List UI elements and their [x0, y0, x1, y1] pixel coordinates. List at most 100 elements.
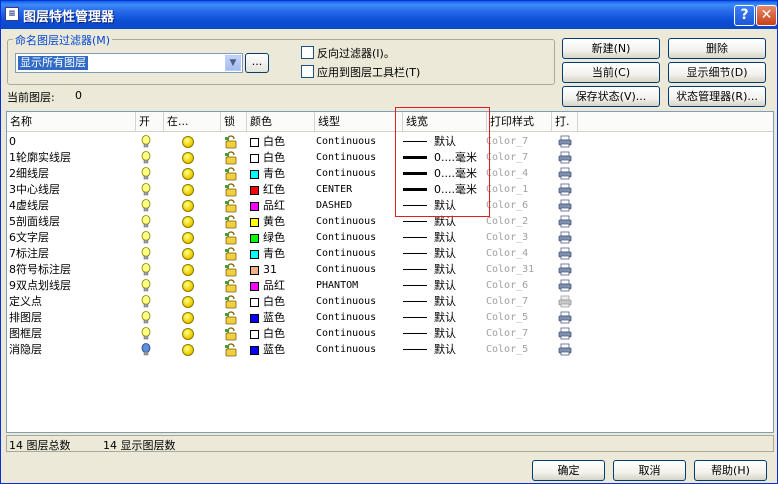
layer-name[interactable]: 消隐层 [9, 342, 42, 358]
col-plotstyle[interactable]: 打印样式 [487, 112, 552, 132]
linetype[interactable]: CENTER [316, 182, 352, 198]
sun-icon[interactable] [182, 296, 194, 308]
layer-name[interactable]: 排图层 [9, 310, 42, 326]
linetype[interactable]: Continuous [316, 262, 376, 278]
chevron-down-icon[interactable]: ▼ [225, 55, 241, 71]
unlock-icon[interactable] [224, 279, 238, 293]
color-swatch[interactable] [250, 186, 259, 195]
linetype[interactable]: Continuous [316, 166, 376, 182]
bulb-off-icon[interactable] [141, 343, 151, 356]
color-swatch[interactable] [250, 138, 259, 147]
sun-icon[interactable] [182, 152, 194, 164]
bulb-on-icon[interactable] [141, 183, 151, 196]
color-name[interactable]: 白色 [263, 150, 285, 166]
unlock-icon[interactable] [224, 183, 238, 197]
table-row[interactable]: 1轮廓实线层 白色 Continuous 0....毫米 Color_7 [7, 150, 773, 166]
unlock-icon[interactable] [224, 135, 238, 149]
printer-disabled-icon[interactable] [558, 295, 572, 308]
color-name[interactable]: 白色 [263, 294, 285, 310]
table-row[interactable]: 排图层 蓝色 Continuous 默认 Color_5 [7, 310, 773, 326]
lineweight[interactable]: 默认 [434, 342, 456, 358]
printer-icon[interactable] [558, 311, 572, 324]
color-name[interactable]: 31 [263, 262, 277, 278]
printer-icon[interactable] [558, 151, 572, 164]
help-icon[interactable]: ? [734, 5, 755, 26]
table-row[interactable]: 2细线层 青色 Continuous 0....毫米 Color_4 [7, 166, 773, 182]
color-name[interactable]: 黄色 [263, 214, 285, 230]
unlock-icon[interactable] [224, 247, 238, 261]
layer-name[interactable]: 7标注层 [9, 246, 49, 262]
layer-name[interactable]: 2细线层 [9, 166, 49, 182]
table-row[interactable]: 9双点划线层 品红 PHANTOM 默认 Color_6 [7, 278, 773, 294]
linetype[interactable]: Continuous [316, 246, 376, 262]
lineweight[interactable]: 默认 [434, 230, 456, 246]
bulb-on-icon[interactable] [141, 135, 151, 148]
color-swatch[interactable] [250, 282, 259, 291]
color-swatch[interactable] [250, 250, 259, 259]
unlock-icon[interactable] [224, 167, 238, 181]
printer-icon[interactable] [558, 135, 572, 148]
bulb-on-icon[interactable] [141, 199, 151, 212]
close-icon[interactable]: ✕ [756, 5, 777, 26]
table-row[interactable]: 4虚线层 品红 DASHED 默认 Color_6 [7, 198, 773, 214]
bulb-on-icon[interactable] [141, 247, 151, 260]
printer-icon[interactable] [558, 167, 572, 180]
ok-button[interactable]: 确定 [532, 460, 605, 481]
table-row[interactable]: 消隐层 蓝色 Continuous 默认 Color_5 [7, 342, 773, 358]
lineweight[interactable]: 默认 [434, 310, 456, 326]
color-name[interactable]: 蓝色 [263, 310, 285, 326]
color-name[interactable]: 品红 [263, 278, 285, 294]
apply-toolbar-checkbox[interactable] [301, 65, 314, 78]
lineweight[interactable]: 默认 [434, 262, 456, 278]
linetype[interactable]: Continuous [316, 214, 376, 230]
color-swatch[interactable] [250, 346, 259, 355]
sun-icon[interactable] [182, 184, 194, 196]
color-swatch[interactable] [250, 298, 259, 307]
printer-icon[interactable] [558, 215, 572, 228]
color-swatch[interactable] [250, 314, 259, 323]
color-swatch[interactable] [250, 154, 259, 163]
table-row[interactable]: 图框层 白色 Continuous 默认 Color_7 [7, 326, 773, 342]
bulb-on-icon[interactable] [141, 263, 151, 276]
linetype[interactable]: Continuous [316, 294, 376, 310]
layer-name[interactable]: 1轮廓实线层 [9, 150, 71, 166]
sun-icon[interactable] [182, 232, 194, 244]
linetype[interactable]: DASHED [316, 198, 352, 214]
printer-icon[interactable] [558, 199, 572, 212]
lineweight[interactable]: 默认 [434, 246, 456, 262]
layer-name[interactable]: 图框层 [9, 326, 42, 342]
bulb-on-icon[interactable] [141, 231, 151, 244]
bulb-on-icon[interactable] [141, 295, 151, 308]
printer-icon[interactable] [558, 183, 572, 196]
layer-name[interactable]: 5剖面线层 [9, 214, 60, 230]
unlock-icon[interactable] [224, 295, 238, 309]
unlock-icon[interactable] [224, 263, 238, 277]
color-name[interactable]: 青色 [263, 246, 285, 262]
bulb-on-icon[interactable] [141, 327, 151, 340]
color-name[interactable]: 白色 [263, 326, 285, 342]
color-swatch[interactable] [250, 330, 259, 339]
unlock-icon[interactable] [224, 327, 238, 341]
color-swatch[interactable] [250, 218, 259, 227]
layer-name[interactable]: 3中心线层 [9, 182, 60, 198]
bulb-on-icon[interactable] [141, 151, 151, 164]
state-manager-button[interactable]: 状态管理器(R)... [668, 86, 766, 107]
table-row[interactable]: 3中心线层 红色 CENTER 0....毫米 Color_1 [7, 182, 773, 198]
layer-name[interactable]: 8符号标注层 [9, 262, 71, 278]
linetype[interactable]: Continuous [316, 134, 376, 150]
title-bar[interactable]: ≡ 图层特性管理器 ? ✕ [1, 1, 777, 29]
printer-icon[interactable] [558, 231, 572, 244]
unlock-icon[interactable] [224, 231, 238, 245]
color-swatch[interactable] [250, 234, 259, 243]
col-linetype[interactable]: 线型 [315, 112, 403, 132]
col-on[interactable]: 开 [136, 112, 164, 132]
sun-icon[interactable] [182, 136, 194, 148]
color-swatch[interactable] [250, 202, 259, 211]
show-details-button[interactable]: 显示细节(D) [668, 62, 766, 83]
cancel-button[interactable]: 取消 [613, 460, 686, 481]
linetype[interactable]: Continuous [316, 342, 376, 358]
color-name[interactable]: 蓝色 [263, 342, 285, 358]
table-row[interactable]: 7标注层 青色 Continuous 默认 Color_4 [7, 246, 773, 262]
col-plot[interactable]: 打. [552, 112, 578, 132]
sun-icon[interactable] [182, 344, 194, 356]
